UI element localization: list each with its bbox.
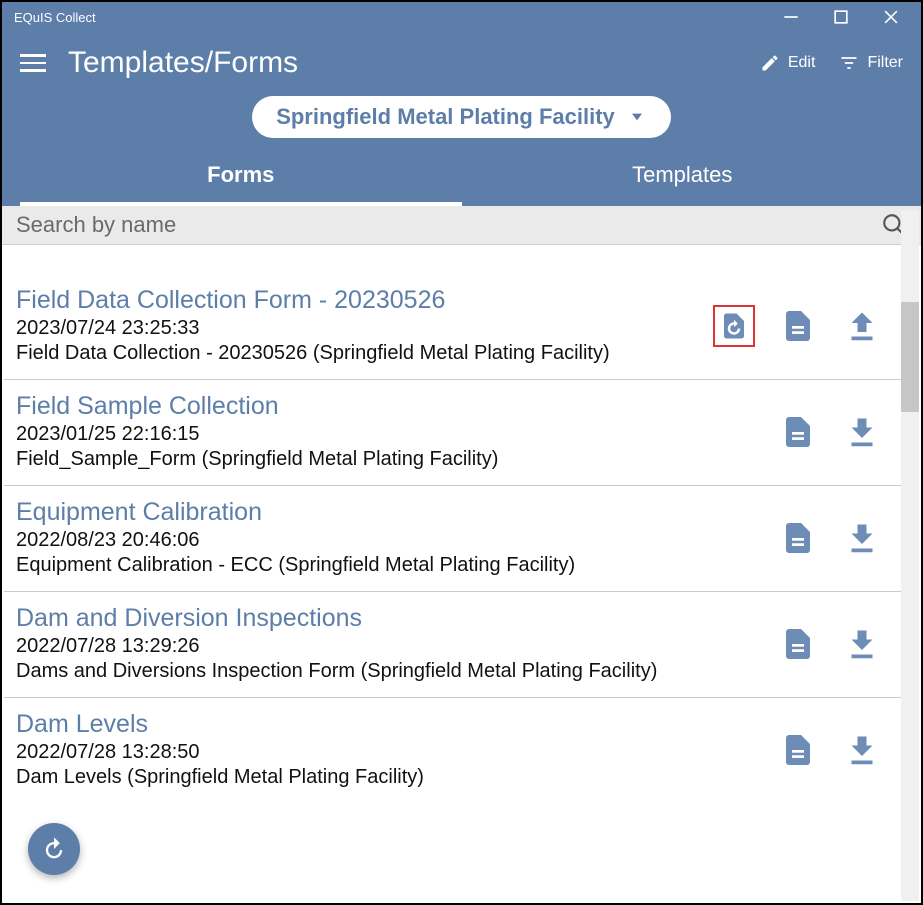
document-icon[interactable]: [777, 623, 819, 665]
form-title: Field Sample Collection: [16, 392, 777, 421]
window-title: EQuIS Collect: [10, 10, 96, 25]
upload-icon[interactable]: [841, 305, 883, 347]
form-date: 2022/07/28 13:29:26: [16, 635, 777, 658]
tab-templates[interactable]: Templates: [462, 152, 904, 206]
form-date: 2023/07/24 23:25:33: [16, 317, 713, 340]
list-item[interactable]: Field Data Collection Form - 20230526 20…: [4, 274, 901, 380]
pencil-icon: [760, 53, 780, 73]
history-icon[interactable]: [713, 305, 755, 347]
list-item[interactable]: Dam Levels 2022/07/28 13:28:50 Dam Level…: [4, 698, 901, 803]
document-icon[interactable]: [777, 729, 819, 771]
facility-selector[interactable]: Springfield Metal Plating Facility: [252, 96, 671, 138]
form-desc: Dam Levels (Springfield Metal Plating Fa…: [16, 766, 777, 789]
document-icon[interactable]: [777, 411, 819, 453]
filter-icon: [839, 53, 859, 73]
facility-name: Springfield Metal Plating Facility: [276, 104, 615, 130]
form-desc: Dams and Diversions Inspection Form (Spr…: [16, 660, 777, 683]
list-item[interactable]: Dam and Diversion Inspections 2022/07/28…: [4, 592, 901, 698]
form-desc: Equipment Calibration - ECC (Springfield…: [16, 554, 777, 577]
dropdown-triangle-icon: [627, 107, 647, 127]
form-desc: Field_Sample_Form (Springfield Metal Pla…: [16, 448, 777, 471]
edit-button[interactable]: Edit: [760, 53, 816, 73]
refresh-icon: [40, 835, 68, 863]
page-title: Templates/Forms: [68, 46, 298, 80]
tab-forms[interactable]: Forms: [20, 152, 462, 206]
search-input[interactable]: [16, 212, 881, 238]
form-title: Dam and Diversion Inspections: [16, 604, 777, 633]
tabs: Forms Templates: [20, 152, 903, 206]
form-title: Dam Levels: [16, 710, 777, 739]
download-icon[interactable]: [841, 517, 883, 559]
form-title: Equipment Calibration: [16, 498, 777, 527]
hamburger-menu-icon[interactable]: [20, 48, 50, 78]
download-icon[interactable]: [841, 623, 883, 665]
form-date: 2022/08/23 20:46:06: [16, 529, 777, 552]
form-desc: Field Data Collection - 20230526 (Spring…: [16, 342, 713, 365]
app-header: Templates/Forms Edit Filter Springfield …: [2, 32, 921, 206]
forms-list: Field Data Collection Form - 20230526 20…: [4, 274, 901, 901]
form-date: 2023/01/25 22:16:15: [16, 423, 777, 446]
maximize-button[interactable]: [831, 7, 851, 27]
list-item[interactable]: Equipment Calibration 2022/08/23 20:46:0…: [4, 486, 901, 592]
minimize-button[interactable]: [781, 7, 801, 27]
form-title: Field Data Collection Form - 20230526: [16, 286, 713, 315]
document-icon[interactable]: [777, 517, 819, 559]
refresh-fab[interactable]: [28, 823, 80, 875]
download-icon[interactable]: [841, 729, 883, 771]
filter-button[interactable]: Filter: [839, 53, 903, 73]
document-icon[interactable]: [777, 305, 819, 347]
close-button[interactable]: [881, 7, 901, 27]
list-item[interactable]: Field Sample Collection 2023/01/25 22:16…: [4, 380, 901, 486]
window-titlebar: EQuIS Collect: [2, 2, 921, 32]
edit-label: Edit: [788, 54, 816, 72]
scrollbar-thumb[interactable]: [901, 302, 919, 412]
form-date: 2022/07/28 13:28:50: [16, 741, 777, 764]
filter-label: Filter: [867, 54, 903, 72]
download-icon[interactable]: [841, 411, 883, 453]
search-bar: [2, 206, 921, 245]
